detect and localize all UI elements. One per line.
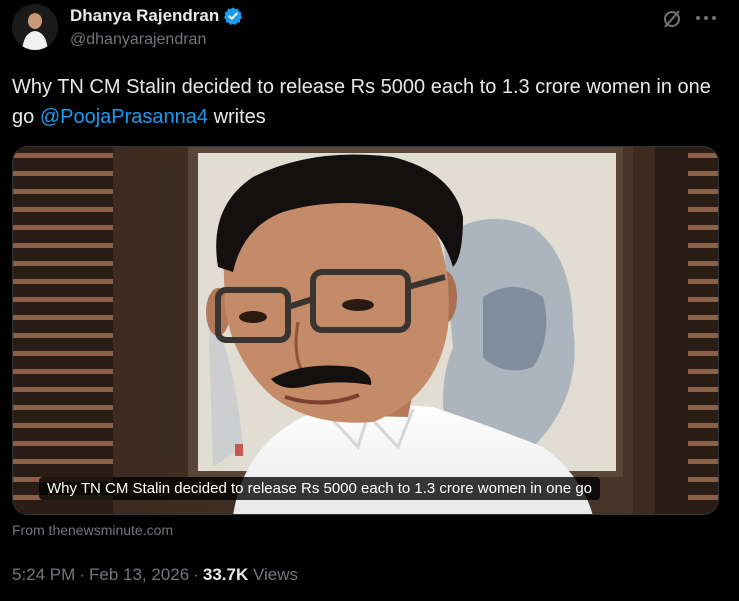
card-image	[13, 147, 718, 514]
more-options-icon[interactable]	[693, 6, 719, 30]
meta-separator: ·	[193, 565, 199, 584]
card-source[interactable]: From thenewsminute.com	[12, 522, 173, 538]
display-name[interactable]: Dhanya Rajendran	[70, 6, 219, 26]
display-name-row: Dhanya Rajendran	[70, 4, 243, 28]
tweet-text: Why TN CM Stalin decided to release Rs 5…	[12, 72, 724, 132]
views-count: 33.7K	[202, 565, 249, 584]
verified-badge-icon	[223, 6, 243, 26]
tweet-time[interactable]: 5:24 PM	[12, 565, 75, 584]
tweet-meta: 5:24 PM · Feb 13, 2026 · 33.7K Views	[12, 565, 298, 585]
meta-separator: ·	[79, 565, 85, 584]
mention-link[interactable]: @PoojaPrasanna4	[40, 106, 208, 128]
handle[interactable]: @dhanyarajendran	[70, 31, 243, 49]
link-card[interactable]: Why TN CM Stalin decided to release Rs 5…	[12, 146, 719, 515]
card-caption: Why TN CM Stalin decided to release Rs 5…	[39, 477, 601, 500]
views-label: Views	[252, 565, 299, 584]
author-names: Dhanya Rajendran @dhanyarajendran	[70, 4, 243, 49]
tweet-date[interactable]: Feb 13, 2026	[89, 565, 189, 584]
avatar[interactable]	[12, 4, 58, 50]
tweet-text-after: writes	[208, 106, 266, 128]
tweet-header: Dhanya Rajendran @dhanyarajendran	[12, 4, 727, 56]
grok-icon[interactable]	[661, 8, 683, 30]
